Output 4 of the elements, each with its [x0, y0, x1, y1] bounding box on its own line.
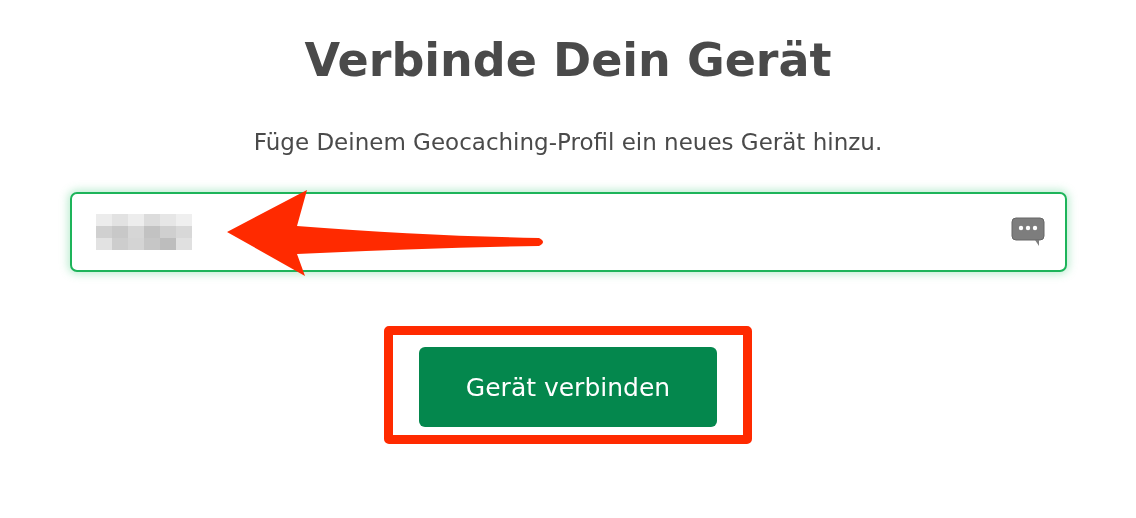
subtitle: Füge Deinem Geocaching-Profil ein neues Gerät hinzu.	[253, 128, 883, 157]
page-title: Verbinde Dein Gerät	[304, 32, 832, 89]
connect-button[interactable]: Gerät verbinden	[419, 347, 717, 427]
password-bubble-icon[interactable]	[1010, 217, 1045, 247]
